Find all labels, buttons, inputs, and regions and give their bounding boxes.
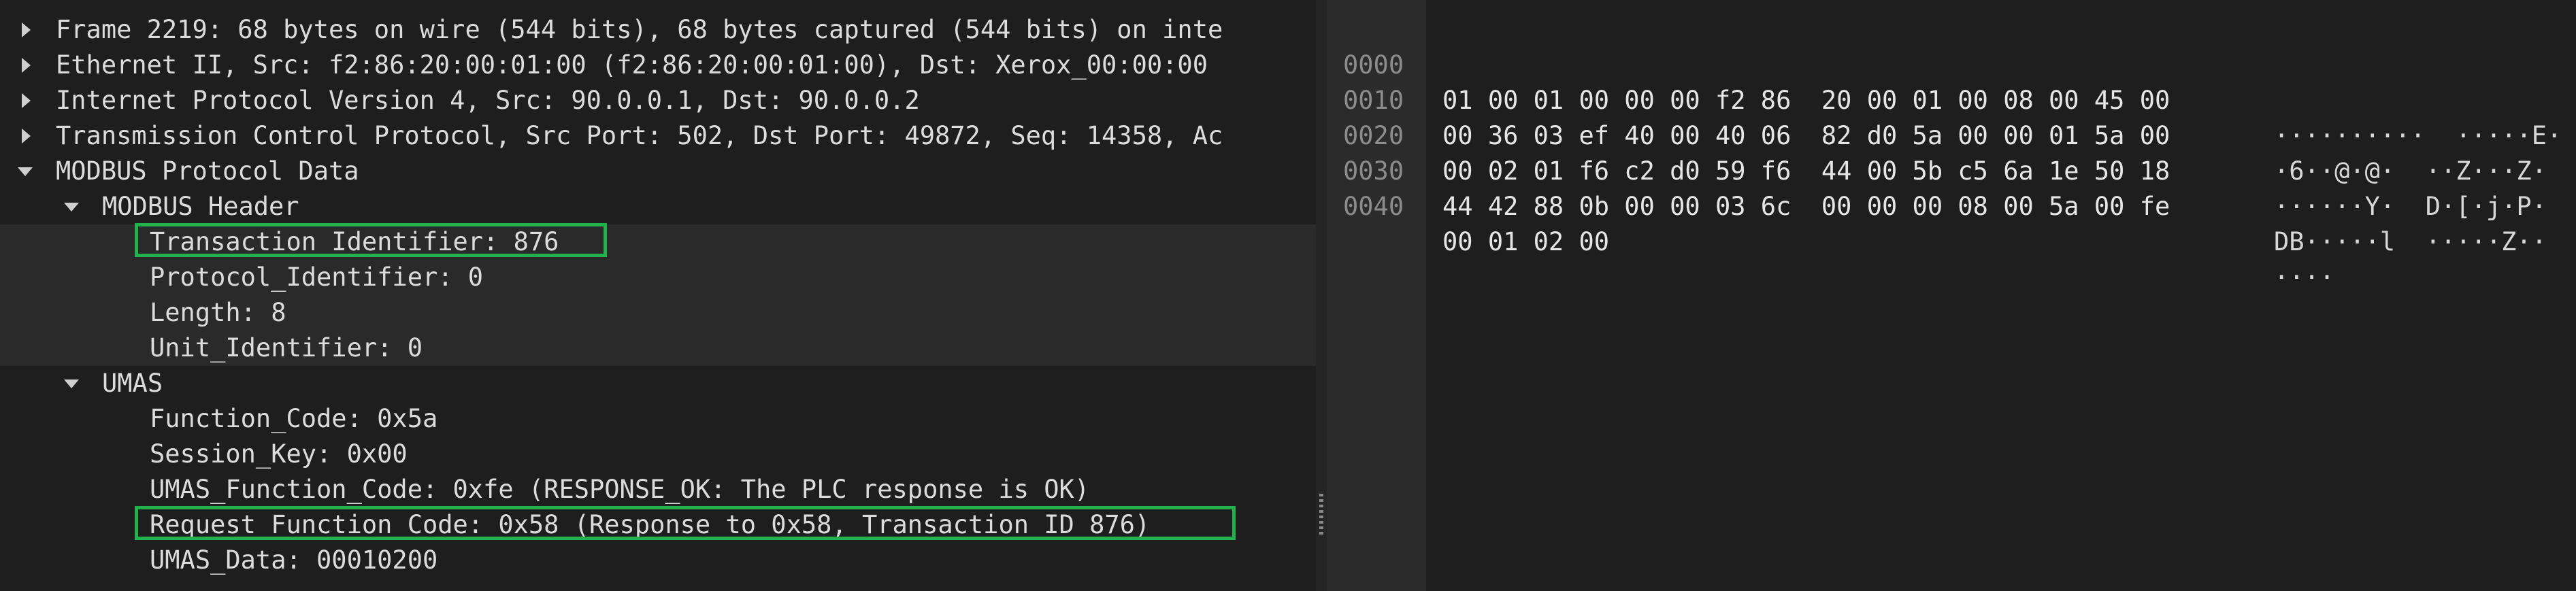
tree-item-label: Unit_Identifier: 0 bbox=[150, 333, 423, 362]
tree-item-ipv4[interactable]: Internet Protocol Version 4, Src: 90.0.0… bbox=[0, 83, 1316, 118]
ascii-bytes[interactable]: ······Y· D·[·j·P· bbox=[2274, 189, 2547, 224]
tree-item-label: Transmission Control Protocol, Src Port:… bbox=[56, 121, 1223, 150]
ascii-bytes[interactable]: ···· bbox=[2274, 260, 2334, 295]
tree-item-session-key[interactable]: Session_Key: 0x00 bbox=[0, 437, 1316, 472]
tree-item-modbus-protocol-data[interactable]: MODBUS Protocol Data bbox=[0, 154, 1316, 189]
tree-item-umas-function-code[interactable]: UMAS_Function_Code: 0xfe (RESPONSE_OK: T… bbox=[0, 472, 1316, 507]
tree-item-label: Ethernet II, Src: f2:86:20:00:01:00 (f2:… bbox=[56, 50, 1208, 80]
ascii-bytes[interactable]: DB·····l ·····Z·· bbox=[2274, 224, 2547, 260]
highlight-box-transaction-identifier bbox=[135, 223, 607, 257]
tree-item-label: Session_Key: 0x00 bbox=[150, 439, 408, 469]
tree-item-length[interactable]: Length: 8 bbox=[0, 295, 1316, 331]
bytes-row[interactable]: 0000 01 00 01 00 00 00 f2 86 20 00 01 00… bbox=[1327, 12, 2576, 150]
byte-offset: 0040 bbox=[1343, 192, 1404, 221]
tree-item-label: Frame 2219: 68 bytes on wire (544 bits),… bbox=[56, 15, 1223, 44]
tree-item-modbus-header[interactable]: MODBUS Header bbox=[0, 189, 1316, 224]
expand-arrow-icon[interactable] bbox=[18, 12, 37, 48]
tree-item-label: MODBUS Header bbox=[102, 192, 299, 221]
collapse-arrow-icon[interactable] bbox=[16, 154, 35, 189]
tree-item-label: Protocol_Identifier: 0 bbox=[150, 263, 484, 292]
highlight-box-request-function-code bbox=[135, 506, 1236, 540]
bytes-row[interactable]: 0020 00 02 01 f6 c2 d0 59 f6 44 00 5b c5… bbox=[1327, 83, 2576, 221]
tree-item-label: Function_Code: 0x5a bbox=[150, 404, 438, 433]
tree-item-label: Length: 8 bbox=[150, 298, 286, 327]
tree-item-label: Internet Protocol Version 4, Src: 90.0.0… bbox=[56, 86, 920, 115]
tree-item-umas[interactable]: UMAS bbox=[0, 366, 1316, 401]
tree-item-ethernet[interactable]: Ethernet II, Src: f2:86:20:00:01:00 (f2:… bbox=[0, 48, 1316, 83]
tree-item-label: MODBUS Protocol Data bbox=[56, 156, 359, 186]
packet-details-pane: Frame 2219: 68 bytes on wire (544 bits),… bbox=[0, 0, 1316, 591]
tree-item-label: UMAS_Function_Code: 0xfe (RESPONSE_OK: T… bbox=[150, 475, 1090, 504]
packet-bytes-pane: 0000 01 00 01 00 00 00 f2 86 20 00 01 00… bbox=[1327, 0, 2576, 591]
collapse-arrow-icon[interactable] bbox=[63, 366, 82, 401]
tree-item-tcp[interactable]: Transmission Control Protocol, Src Port:… bbox=[0, 118, 1316, 154]
bytes-row[interactable]: 0040 00 01 02 00 ···· bbox=[1327, 154, 2576, 292]
tree-item-frame[interactable]: Frame 2219: 68 bytes on wire (544 bits),… bbox=[0, 12, 1316, 48]
hex-bytes[interactable]: 44 42 88 0b 00 00 03 6c 00 00 00 08 00 5… bbox=[1442, 189, 2170, 224]
bytes-row[interactable]: 0030 44 42 88 0b 00 00 03 6c 00 00 00 08… bbox=[1327, 118, 2576, 256]
wireshark-window: Frame 2219: 68 bytes on wire (544 bits),… bbox=[0, 0, 2576, 591]
tree-item-protocol-identifier[interactable]: Protocol_Identifier: 0 bbox=[0, 260, 1316, 295]
splitter-grip[interactable] bbox=[1319, 494, 1323, 535]
tree-item-label: UMAS_Data: 00010200 bbox=[150, 545, 438, 575]
expand-arrow-icon[interactable] bbox=[18, 118, 37, 154]
bytes-row[interactable]: 0010 00 36 03 ef 40 00 40 06 82 d0 5a 00… bbox=[1327, 48, 2576, 186]
expand-arrow-icon[interactable] bbox=[18, 48, 37, 83]
hex-bytes[interactable]: 00 01 02 00 bbox=[1442, 224, 1609, 260]
tree-item-function-code[interactable]: Function_Code: 0x5a bbox=[0, 401, 1316, 437]
tree-item-unit-identifier[interactable]: Unit_Identifier: 0 bbox=[0, 331, 1316, 366]
collapse-arrow-icon[interactable] bbox=[63, 189, 82, 224]
expand-arrow-icon[interactable] bbox=[18, 83, 37, 118]
tree-item-umas-data[interactable]: UMAS_Data: 00010200 bbox=[0, 543, 1316, 578]
tree-item-label: UMAS bbox=[102, 369, 163, 398]
